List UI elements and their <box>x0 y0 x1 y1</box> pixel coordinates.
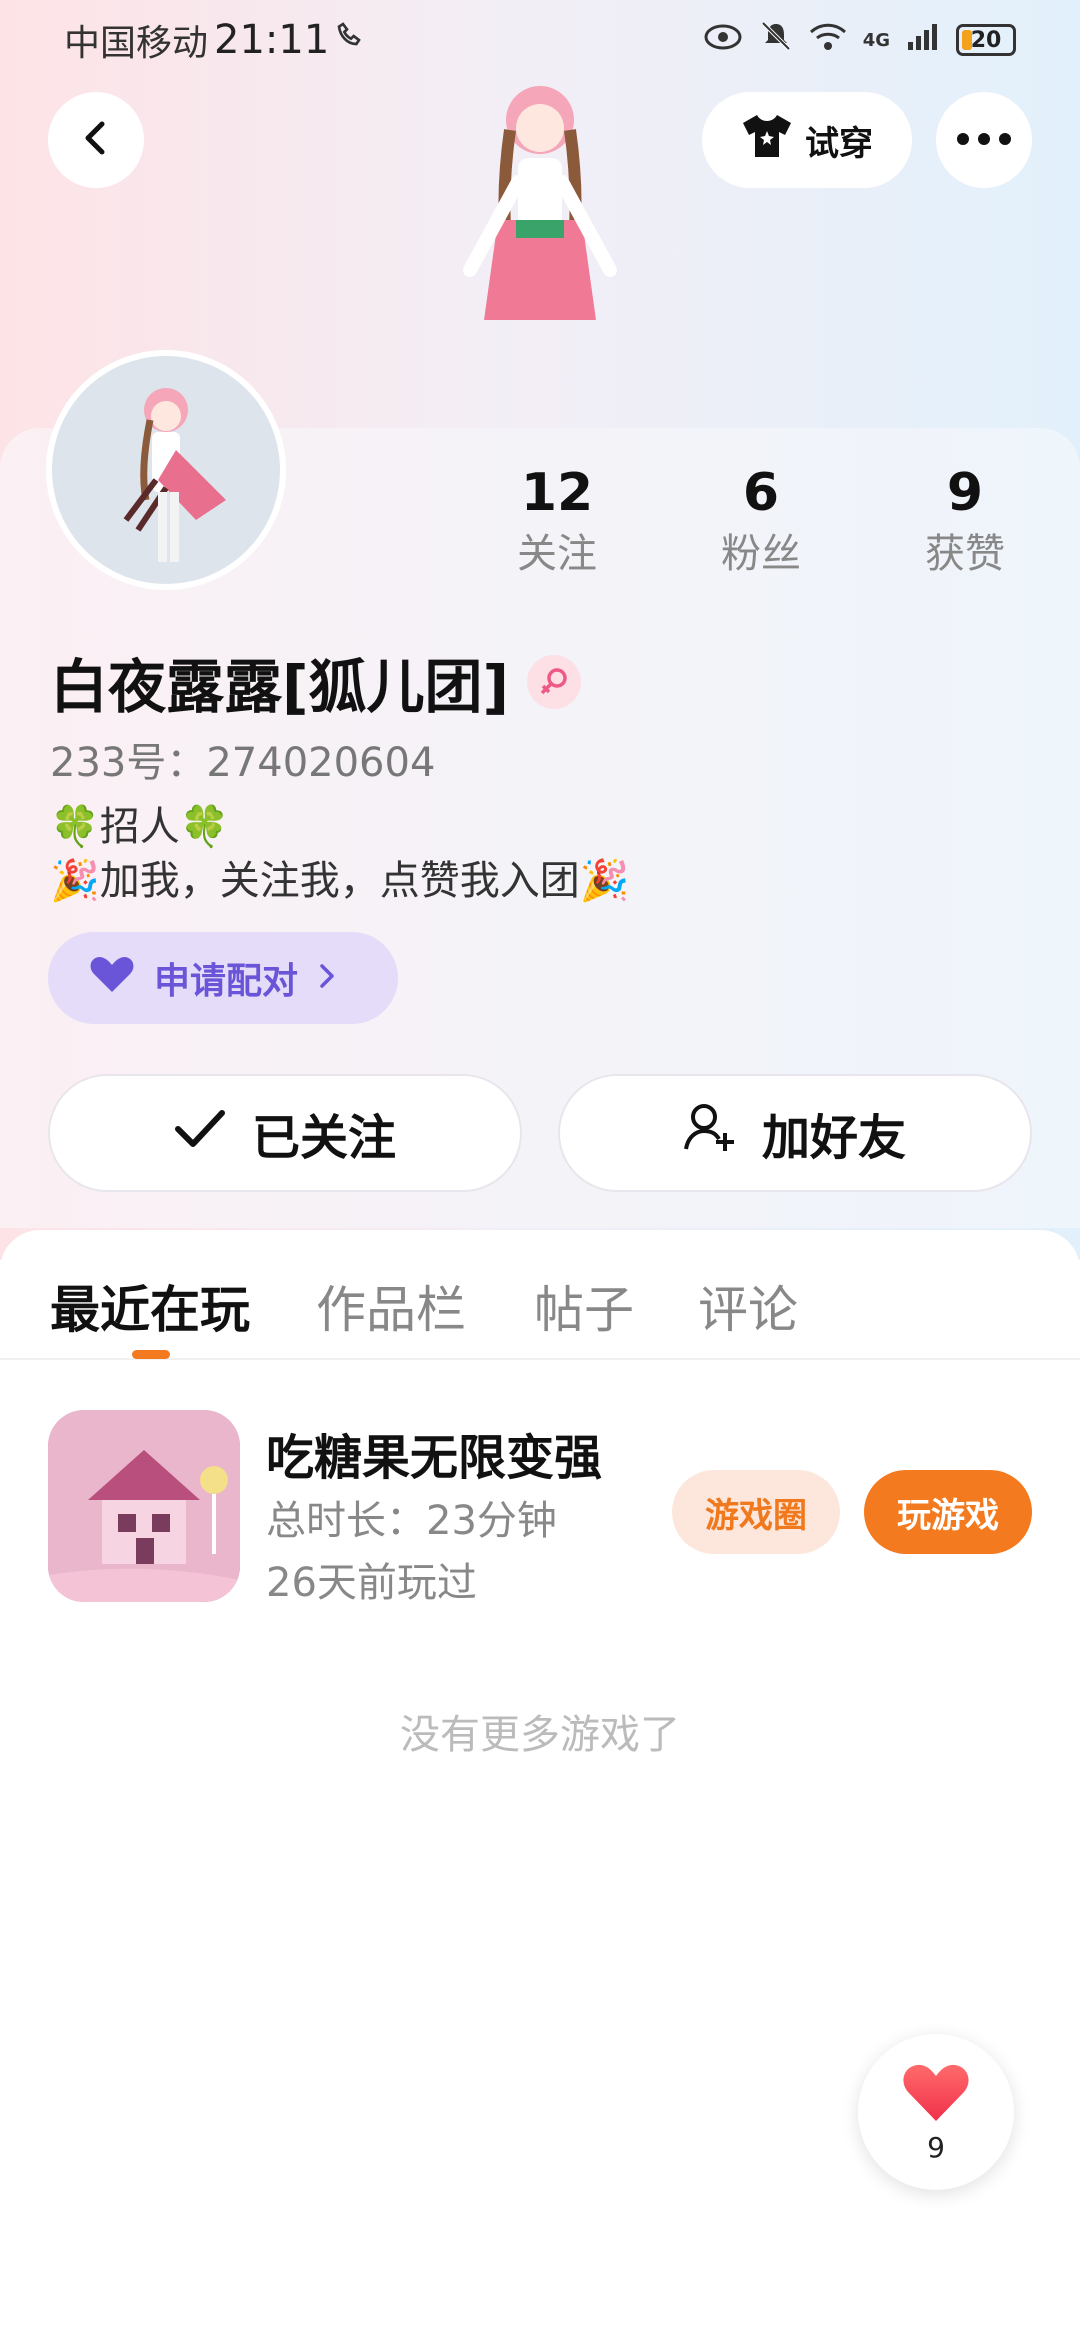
heart-icon <box>901 2061 971 2127</box>
game-title: 吃糖果无限变强 <box>266 1430 603 1486</box>
like-button[interactable]: 9 <box>858 2034 1014 2190</box>
eye-icon <box>703 20 743 61</box>
game-duration: 总时长：23分钟 <box>266 1498 557 1544</box>
add-friend-label: 加好友 <box>761 1110 906 1166</box>
heart-icon <box>88 954 136 1003</box>
phone-call-icon <box>335 20 367 61</box>
game-last-played: 26天前玩过 <box>266 1560 477 1606</box>
avatar-character-figure <box>420 70 660 430</box>
avatar-image <box>52 356 280 584</box>
stat-following[interactable]: 12 关注 <box>477 460 637 582</box>
stat-fans[interactable]: 6 粉丝 <box>681 460 841 582</box>
tab-works[interactable]: 作品栏 <box>316 1270 466 1342</box>
bio-line-2: 🎉加我，关注我，点赞我入团🎉 <box>50 858 630 904</box>
battery-level: 20 <box>970 27 1002 53</box>
stat-likes[interactable]: 9 获赞 <box>885 460 1045 582</box>
like-count: 9 <box>927 2130 945 2164</box>
network-type: 4G <box>862 29 890 51</box>
tab-recently-played[interactable]: 最近在玩 <box>50 1270 250 1342</box>
signal-icon <box>906 20 940 61</box>
play-game-button[interactable]: 玩游戏 <box>864 1470 1032 1554</box>
tab-comments[interactable]: 评论 <box>698 1270 798 1342</box>
add-user-icon <box>684 1101 736 1165</box>
chevron-right-icon <box>316 958 338 999</box>
clock: 21:11 <box>214 17 330 63</box>
try-on-label: 试穿 <box>805 123 873 164</box>
stat-likes-value: 9 <box>946 463 984 523</box>
more-button[interactable] <box>936 92 1032 188</box>
back-button[interactable] <box>48 92 144 188</box>
wifi-icon <box>809 20 847 61</box>
status-bar: 中国移动 21:11 4G 20 <box>0 0 1080 80</box>
avatar[interactable] <box>46 350 286 590</box>
name-row: 白夜露露[狐儿团] <box>50 640 582 724</box>
bio: 🍀招人🍀 🎉加我，关注我，点赞我入团🎉 <box>50 800 630 908</box>
stat-fans-value: 6 <box>742 463 780 523</box>
stat-following-label: 关注 <box>517 531 597 577</box>
apply-pairing-label: 申请配对 <box>154 961 299 1002</box>
profile-name: 白夜露露[狐儿团] <box>50 653 510 721</box>
bio-line-1: 🍀招人🍀 <box>50 804 230 850</box>
chevron-left-icon <box>76 118 116 162</box>
stat-following-value: 12 <box>520 463 594 523</box>
user-id: 233号：274020604 <box>50 740 436 786</box>
game-icon <box>48 1410 240 1602</box>
stat-fans-label: 粉丝 <box>721 531 801 577</box>
check-icon <box>174 1105 226 1161</box>
tshirt-icon <box>741 113 793 168</box>
game-circle-button[interactable]: 游戏圈 <box>672 1470 840 1554</box>
apply-pairing-button[interactable]: 申请配对 <box>48 932 398 1024</box>
battery-indicator: 20 <box>956 24 1016 56</box>
status-left: 中国移动 21:11 <box>64 14 367 66</box>
tab-posts[interactable]: 帖子 <box>534 1270 634 1342</box>
stat-likes-label: 获赞 <box>925 531 1005 577</box>
tab-indicator <box>132 1350 170 1359</box>
mute-bell-icon <box>759 19 793 62</box>
list-item[interactable]: 吃糖果无限变强 总时长：23分钟 26天前玩过 游戏圈 玩游戏 <box>48 1410 1032 1606</box>
followed-button[interactable]: 已关注 <box>48 1074 522 1192</box>
add-friend-button[interactable]: 加好友 <box>558 1074 1032 1192</box>
female-icon <box>527 655 582 709</box>
try-on-button[interactable]: 试穿 <box>702 92 912 188</box>
no-more-games-text: 没有更多游戏了 <box>400 1712 680 1758</box>
tab-bar: 最近在玩 作品栏 帖子 评论 <box>0 1230 1080 1360</box>
status-right: 4G 20 <box>703 19 1016 62</box>
followed-label: 已关注 <box>251 1110 396 1166</box>
more-dots-icon <box>956 131 1012 150</box>
carrier-label: 中国移动 <box>64 23 209 64</box>
